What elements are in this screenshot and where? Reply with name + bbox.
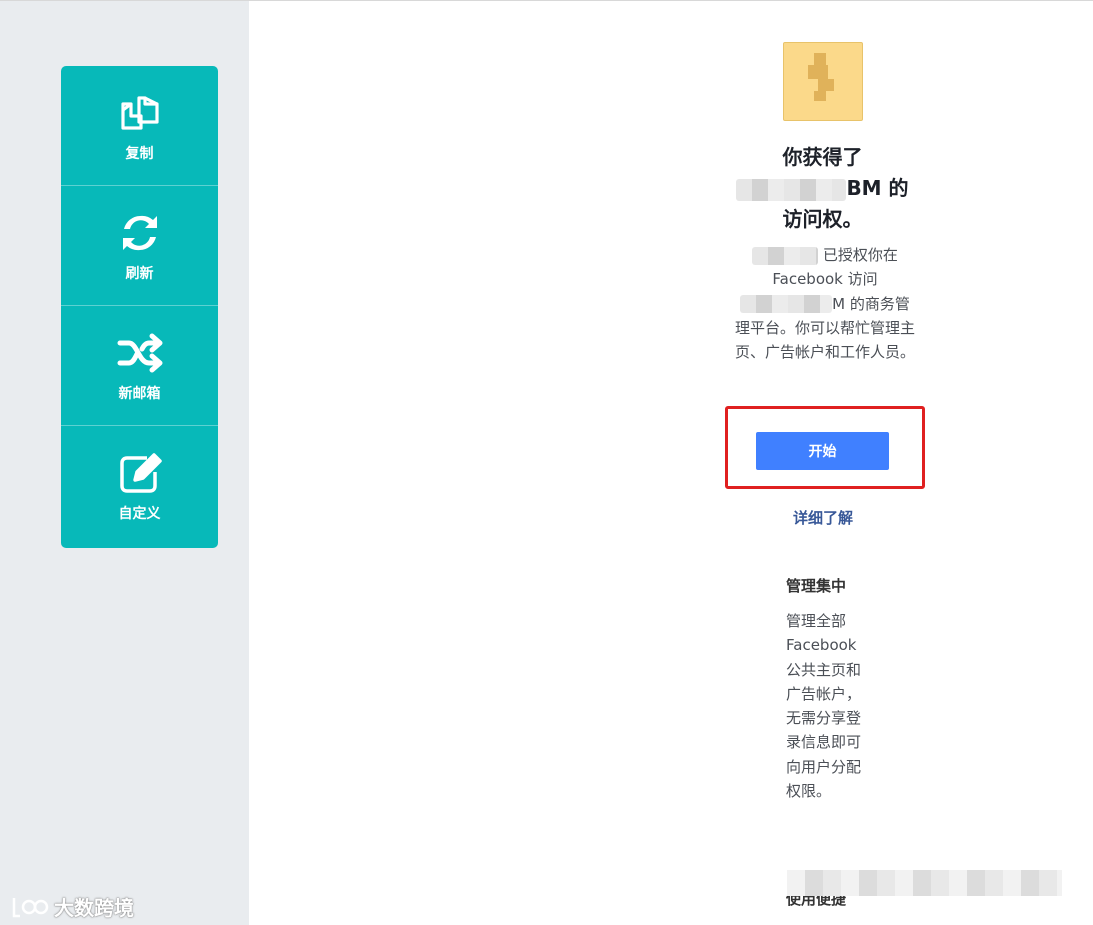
redacted-inviter [752, 246, 819, 265]
feature-title: 管理集中 [786, 577, 847, 595]
edit-icon [116, 449, 164, 497]
tool-panel: 复制 刷新 新邮箱 自定义 [61, 66, 218, 548]
title-line2: BM 的 [735, 173, 910, 204]
page-title: 你获得了 BM 的 访问权。 [735, 142, 910, 235]
title-line1: 你获得了 [782, 145, 863, 169]
desc-part2: Facebook 访问 [772, 270, 878, 289]
refresh-label: 刷新 [125, 265, 154, 282]
sidebar: 复制 刷新 新邮箱 自定义 大数跨境 [0, 1, 249, 925]
business-logo-icon [783, 42, 863, 121]
new-mailbox-button[interactable]: 新邮箱 [61, 306, 218, 426]
invite-description: 已授权你在 Facebook 访问 M 的商务管 理平台。你可以帮忙管理主页、广… [733, 243, 917, 364]
learn-more-link[interactable]: 详细了解 [740, 507, 906, 528]
desc-part3: M 的商务管 [832, 294, 910, 313]
copy-button[interactable]: 复制 [61, 66, 218, 186]
redacted-footer [787, 870, 1062, 896]
customize-button[interactable]: 自定义 [61, 426, 218, 546]
refresh-button[interactable]: 刷新 [61, 186, 218, 306]
new-mailbox-label: 新邮箱 [118, 385, 161, 402]
watermark: 大数跨境 [10, 892, 134, 921]
title-line2-suffix: BM 的 [846, 176, 909, 200]
customize-label: 自定义 [118, 506, 161, 522]
copy-label: 复制 [125, 145, 154, 162]
redacted-bm-name-2 [740, 295, 833, 314]
feature-body: 管理全部Facebook公共主页和广告帐户，无需分享登录信息即可向用户分配权限。 [786, 612, 862, 801]
watermark-text: 大数跨境 [54, 896, 134, 920]
desc-part1: 已授权你在 [822, 246, 898, 264]
start-button[interactable]: 开始 [756, 432, 889, 470]
copy-icon [116, 89, 164, 137]
redacted-bm-name [736, 178, 847, 201]
refresh-icon [116, 209, 164, 257]
shuffle-icon [116, 329, 164, 377]
watermark-logo-icon [10, 894, 50, 920]
title-line3: 访问权。 [782, 207, 863, 231]
desc-part4: 理平台。你可以帮忙管理主页、广告帐户和工作人员。 [734, 318, 915, 362]
